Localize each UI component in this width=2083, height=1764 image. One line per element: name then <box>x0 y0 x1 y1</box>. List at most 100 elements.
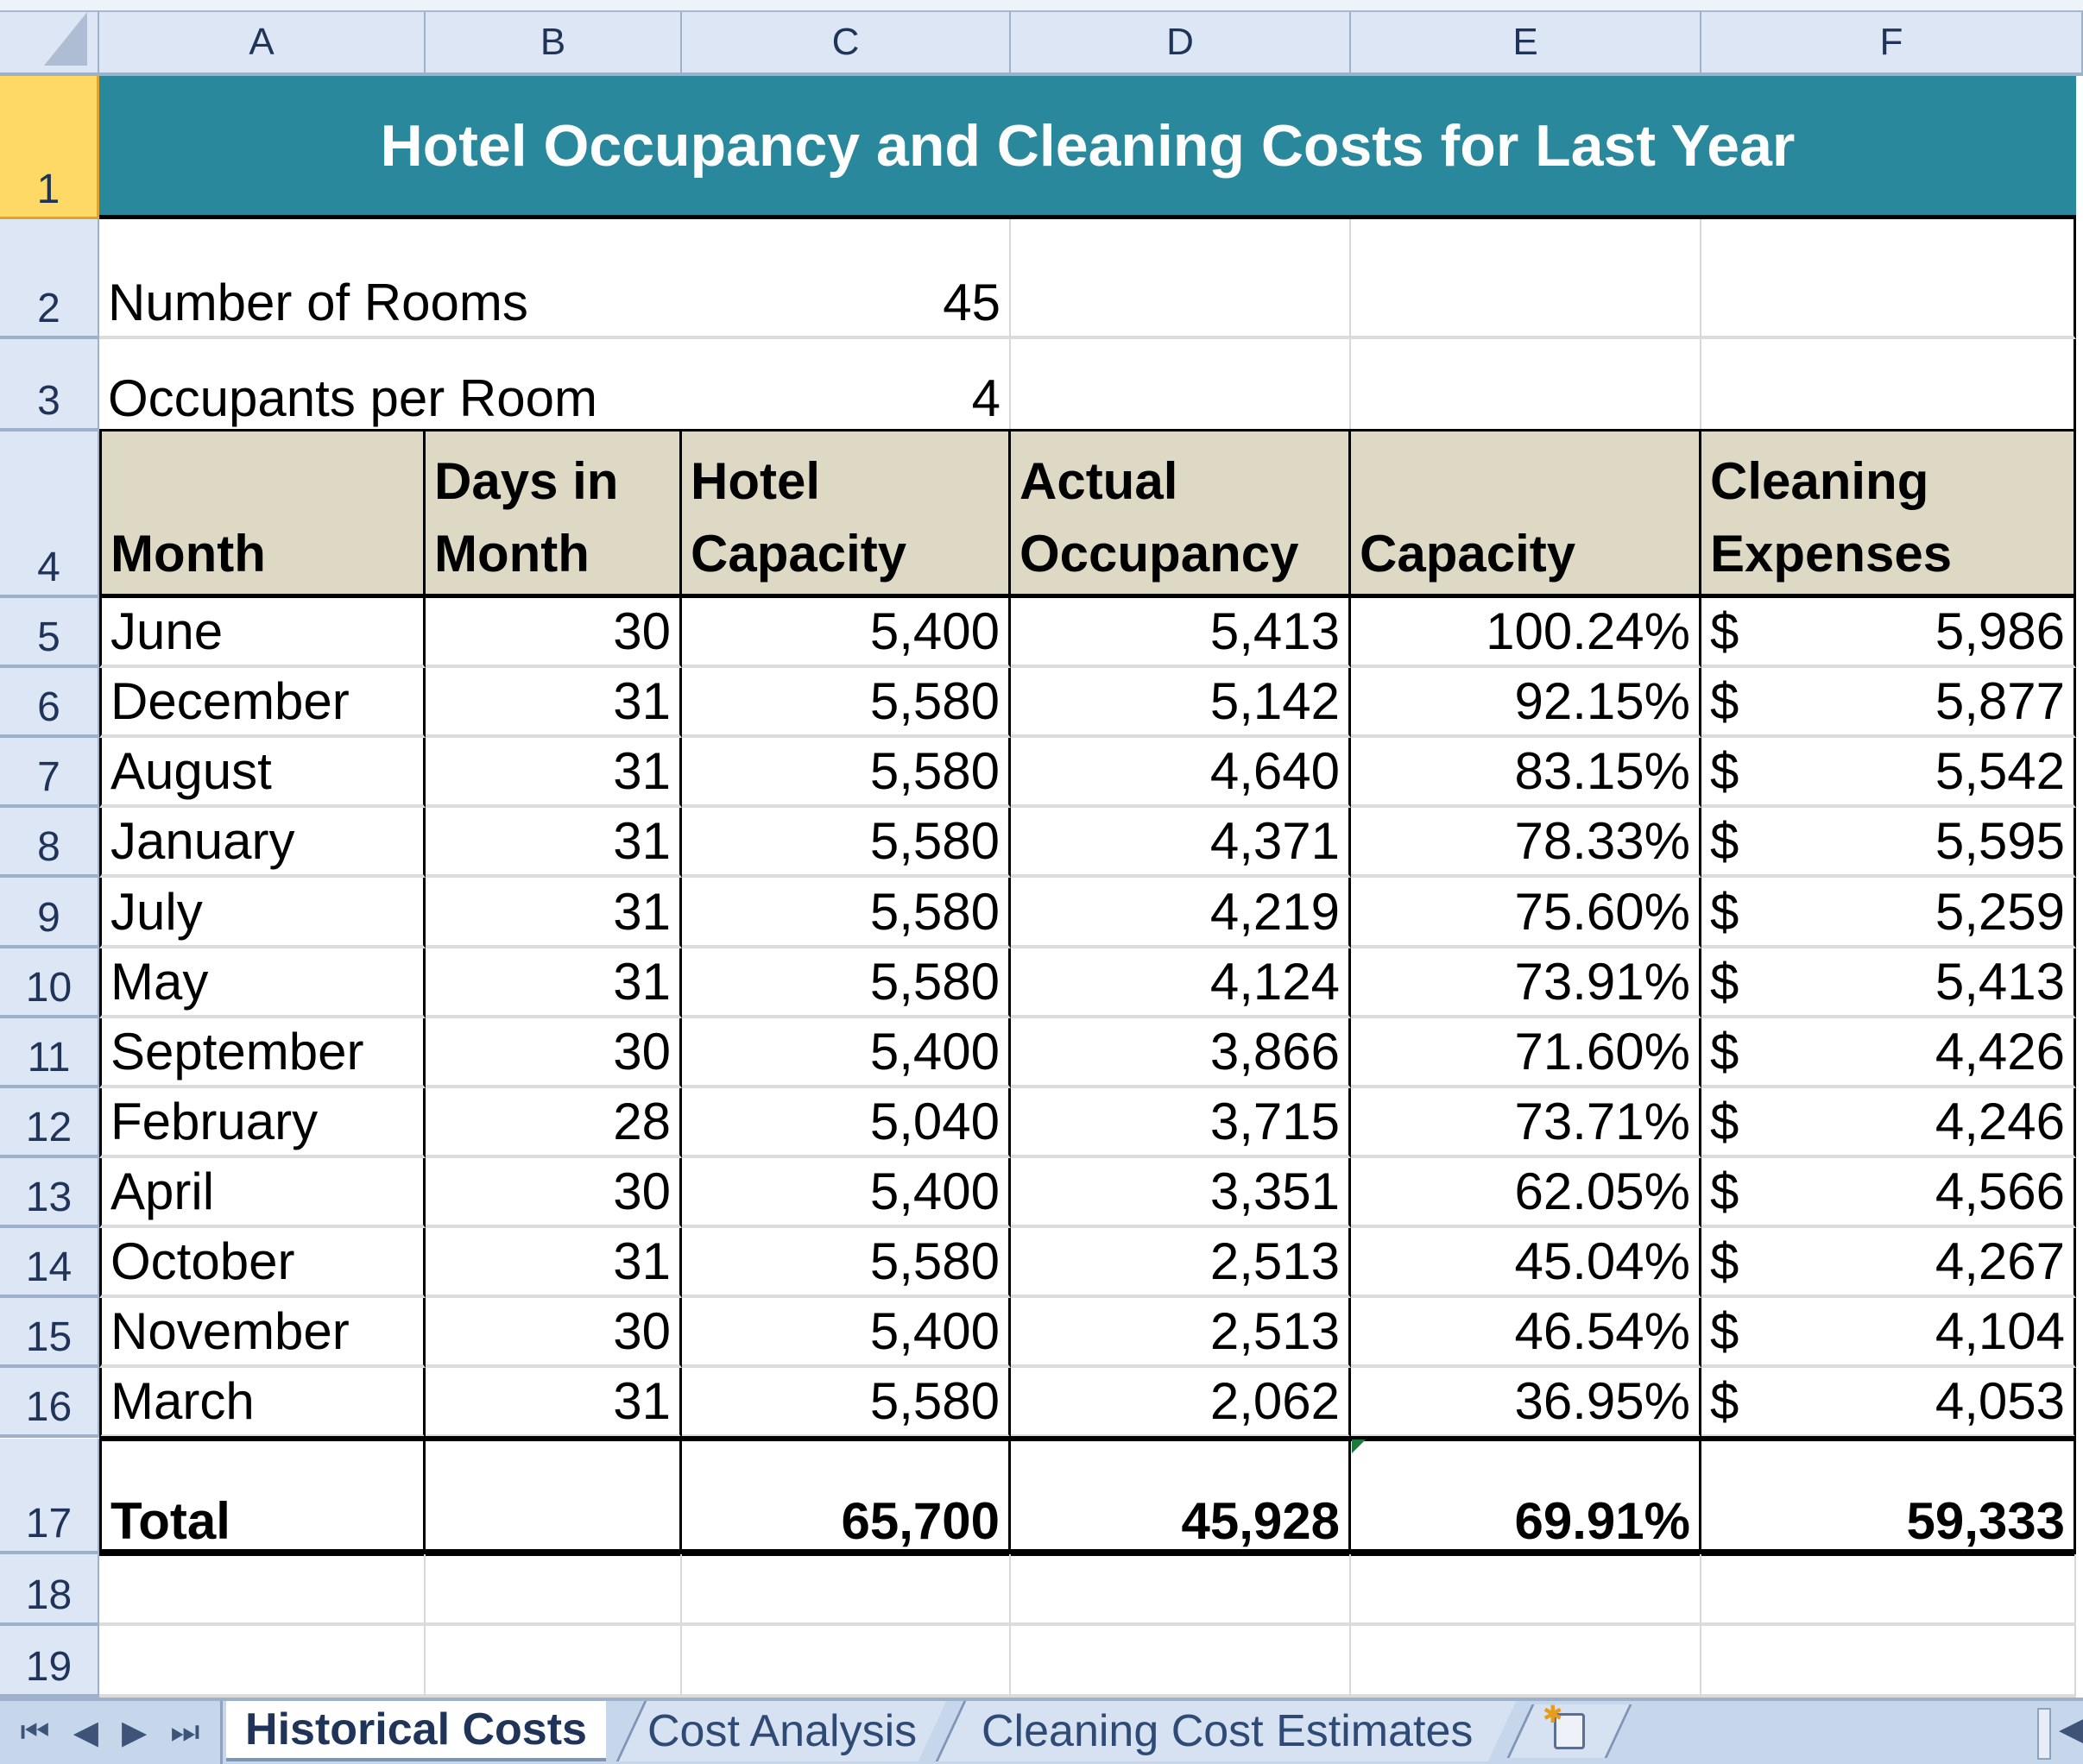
table-cell-actual[interactable]: 2,513 <box>1011 1298 1351 1368</box>
table-cell-actual[interactable]: 3,866 <box>1011 1018 1351 1088</box>
empty-cell-r19[interactable] <box>682 1626 1011 1698</box>
prev-sheet-icon[interactable]: ◀ <box>73 1713 98 1752</box>
table-cell-cleaning[interactable]: $5,986 <box>1701 598 2076 668</box>
table-cell-hotel_capacity[interactable]: 5,040 <box>682 1088 1011 1158</box>
table-cell-pct[interactable]: 78.33% <box>1351 808 1701 878</box>
row-header-12[interactable]: 12 <box>0 1088 99 1158</box>
table-cell-cleaning[interactable]: $4,104 <box>1701 1298 2076 1368</box>
column-header-e[interactable]: E <box>1351 12 1701 76</box>
table-cell-hotel_capacity[interactable]: 5,580 <box>682 948 1011 1018</box>
column-header-f[interactable]: F <box>1701 12 2083 76</box>
table-cell-actual[interactable]: 5,142 <box>1011 668 1351 738</box>
empty-cell-r18[interactable] <box>1701 1554 2076 1626</box>
table-cell-actual[interactable]: 4,219 <box>1011 878 1351 948</box>
row-header-4[interactable]: 4 <box>0 432 99 598</box>
empty-cell-r18[interactable] <box>99 1554 426 1626</box>
rooms-label-cell[interactable]: Number of Rooms <box>99 219 682 339</box>
cell-e3[interactable] <box>1351 339 1701 432</box>
table-cell-pct[interactable]: 62.05% <box>1351 1158 1701 1228</box>
table-cell-actual[interactable]: 3,351 <box>1011 1158 1351 1228</box>
row-header-16[interactable]: 16 <box>0 1368 99 1438</box>
table-cell-hotel_capacity[interactable]: 5,400 <box>682 1298 1011 1368</box>
table-cell-month[interactable]: November <box>99 1298 426 1368</box>
total-capacity-pct-cell[interactable]: 69.91% <box>1351 1439 1701 1554</box>
table-cell-days[interactable]: 28 <box>426 1088 682 1158</box>
table-cell-actual[interactable]: 4,371 <box>1011 808 1351 878</box>
table-cell-days[interactable]: 30 <box>426 1298 682 1368</box>
empty-cell-r18[interactable] <box>1011 1554 1351 1626</box>
table-cell-hotel_capacity[interactable]: 5,580 <box>682 1368 1011 1438</box>
cell-e2[interactable] <box>1351 219 1701 339</box>
table-cell-cleaning[interactable]: $4,053 <box>1701 1368 2076 1438</box>
occupants-label-cell[interactable]: Occupants per Room <box>99 339 682 432</box>
header-actual-occupancy[interactable]: Actual Occupancy <box>1011 432 1351 598</box>
empty-cell-r19[interactable] <box>426 1626 682 1698</box>
table-cell-pct[interactable]: 73.91% <box>1351 948 1701 1018</box>
table-cell-cleaning[interactable]: $4,566 <box>1701 1158 2076 1228</box>
table-cell-month[interactable]: June <box>99 598 426 668</box>
row-header-5[interactable]: 5 <box>0 598 99 668</box>
table-cell-hotel_capacity[interactable]: 5,580 <box>682 1228 1011 1298</box>
empty-cell-r19[interactable] <box>99 1626 426 1698</box>
empty-cell-r18[interactable] <box>426 1554 682 1626</box>
table-cell-actual[interactable]: 4,124 <box>1011 948 1351 1018</box>
row-header-19[interactable]: 19 <box>0 1626 99 1698</box>
table-cell-cleaning[interactable]: $5,259 <box>1701 878 2076 948</box>
table-cell-pct[interactable]: 83.15% <box>1351 738 1701 808</box>
table-cell-cleaning[interactable]: $5,413 <box>1701 948 2076 1018</box>
table-cell-actual[interactable]: 4,640 <box>1011 738 1351 808</box>
row-header-15[interactable]: 15 <box>0 1298 99 1368</box>
table-cell-hotel_capacity[interactable]: 5,580 <box>682 668 1011 738</box>
table-cell-month[interactable]: February <box>99 1088 426 1158</box>
table-cell-pct[interactable]: 100.24% <box>1351 598 1701 668</box>
table-cell-hotel_capacity[interactable]: 5,400 <box>682 598 1011 668</box>
row-header-14[interactable]: 14 <box>0 1228 99 1298</box>
table-cell-cleaning[interactable]: $4,426 <box>1701 1018 2076 1088</box>
row-header-6[interactable]: 6 <box>0 668 99 738</box>
total-hotel-capacity-cell[interactable]: 65,700 <box>682 1439 1011 1554</box>
occupants-value-cell[interactable]: 4 <box>682 339 1011 432</box>
column-header-a[interactable]: A <box>99 12 426 76</box>
row-header-11[interactable]: 11 <box>0 1018 99 1088</box>
row-header-8[interactable]: 8 <box>0 808 99 878</box>
header-cleaning-expenses[interactable]: Cleaning Expenses <box>1701 432 2076 598</box>
next-sheet-icon[interactable]: ▶ <box>122 1713 147 1752</box>
table-cell-pct[interactable]: 36.95% <box>1351 1368 1701 1438</box>
table-cell-actual[interactable]: 5,413 <box>1011 598 1351 668</box>
row-header-10[interactable]: 10 <box>0 948 99 1018</box>
scroll-left-icon[interactable]: ◀ <box>2059 1710 2083 1748</box>
table-cell-days[interactable]: 31 <box>426 738 682 808</box>
header-capacity[interactable]: Capacity <box>1351 432 1701 598</box>
table-cell-days[interactable]: 30 <box>426 1158 682 1228</box>
total-days-cell[interactable] <box>426 1439 682 1554</box>
total-actual-occupancy-cell[interactable]: 45,928 <box>1011 1439 1351 1554</box>
row-header-17[interactable]: 17 <box>0 1439 99 1554</box>
cell-d2[interactable] <box>1011 219 1351 339</box>
table-cell-month[interactable]: January <box>99 808 426 878</box>
table-cell-cleaning[interactable]: $4,246 <box>1701 1088 2076 1158</box>
table-cell-cleaning[interactable]: $5,595 <box>1701 808 2076 878</box>
table-cell-month[interactable]: October <box>99 1228 426 1298</box>
row-header-1[interactable]: 1 <box>0 76 99 219</box>
empty-cell-r19[interactable] <box>1351 1626 1701 1698</box>
empty-cell-r18[interactable] <box>1351 1554 1701 1626</box>
table-cell-pct[interactable]: 75.60% <box>1351 878 1701 948</box>
tab-cleaning-cost-estimates[interactable]: Cleaning Cost Estimates <box>935 1701 1517 1761</box>
row-header-3[interactable]: 3 <box>0 339 99 432</box>
total-label-cell[interactable]: Total <box>99 1439 426 1554</box>
table-cell-hotel_capacity[interactable]: 5,400 <box>682 1018 1011 1088</box>
table-cell-cleaning[interactable]: $5,542 <box>1701 738 2076 808</box>
table-cell-days[interactable]: 31 <box>426 1228 682 1298</box>
tab-split-handle[interactable] <box>2037 1708 2051 1760</box>
table-cell-actual[interactable]: 3,715 <box>1011 1088 1351 1158</box>
row-header-2[interactable]: 2 <box>0 219 99 339</box>
table-cell-days[interactable]: 31 <box>426 808 682 878</box>
table-cell-days[interactable]: 30 <box>426 1018 682 1088</box>
row-header-13[interactable]: 13 <box>0 1158 99 1228</box>
first-sheet-icon[interactable]: ⏮ <box>21 1714 50 1751</box>
empty-cell-r19[interactable] <box>1011 1626 1351 1698</box>
cell-f2[interactable] <box>1701 219 2076 339</box>
table-cell-days[interactable]: 31 <box>426 668 682 738</box>
cell-f3[interactable] <box>1701 339 2076 432</box>
table-cell-month[interactable]: September <box>99 1018 426 1088</box>
